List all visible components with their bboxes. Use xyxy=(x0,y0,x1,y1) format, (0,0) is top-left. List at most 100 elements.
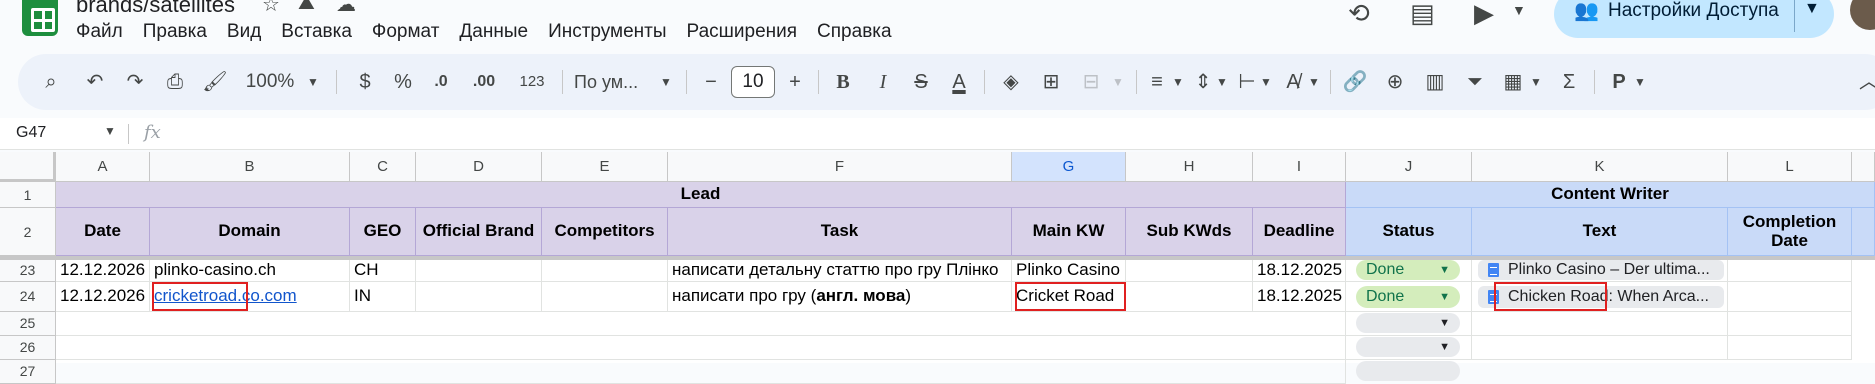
meet-icon[interactable]: ▶ xyxy=(1474,0,1494,29)
row-header-25[interactable]: 25 xyxy=(0,312,56,336)
select-all-corner[interactable] xyxy=(0,152,56,182)
domain-link[interactable]: cricketroad.co.com xyxy=(154,286,297,305)
zoom-select[interactable]: 100% xyxy=(240,54,300,110)
filter-views-chevron-down-icon[interactable]: ▼ xyxy=(1528,54,1544,110)
cell-main-kw[interactable]: Plinko Casino xyxy=(1012,260,1126,282)
header-sub-kwds[interactable]: Sub KWds xyxy=(1126,208,1253,256)
header-official-brand[interactable]: Official Brand xyxy=(416,208,542,256)
doc-smart-chip[interactable]: Chicken Road: When Arca... xyxy=(1478,286,1724,308)
doc-smart-chip[interactable]: Plinko Casino – Der ultima... xyxy=(1478,260,1724,280)
paint-format-icon[interactable]: 🖌 xyxy=(198,54,232,110)
status-chip-empty[interactable]: ▼ xyxy=(1356,313,1460,333)
column-header-l[interactable]: L xyxy=(1728,152,1852,182)
version-history-icon[interactable]: ⟲ xyxy=(1348,0,1370,29)
cell-completion-date[interactable] xyxy=(1728,260,1852,282)
header-extra[interactable] xyxy=(1852,208,1875,256)
functions-icon[interactable]: Σ xyxy=(1552,54,1586,110)
menu-tools[interactable]: Инструменты xyxy=(538,21,676,43)
status-chip-empty[interactable]: ▼ xyxy=(1356,337,1460,357)
cell-date[interactable]: 12.12.2026 xyxy=(56,282,150,312)
row-header-2[interactable]: 2 xyxy=(0,208,56,256)
row-header-26[interactable]: 26 xyxy=(0,336,56,360)
empty-row-cells[interactable] xyxy=(56,312,1346,336)
merge-chevron-down-icon[interactable]: ▼ xyxy=(1108,54,1128,110)
cell-competitors[interactable] xyxy=(542,260,668,282)
document-title[interactable]: brands/satellites xyxy=(76,0,235,18)
fill-color-icon[interactable]: ◈ xyxy=(994,54,1028,110)
move-icon[interactable]: ⛰ xyxy=(298,0,315,15)
header-geo[interactable]: GEO xyxy=(350,208,416,256)
rtl-chevron-down-icon[interactable]: ▼ xyxy=(1632,54,1648,110)
rotation-chevron-down-icon[interactable]: ▼ xyxy=(1306,54,1322,110)
menu-view[interactable]: Вид xyxy=(217,21,271,43)
zoom-chevron-down-icon[interactable]: ▼ xyxy=(303,54,323,110)
cell-sub-kwds[interactable] xyxy=(1126,260,1253,282)
italic-button[interactable]: I xyxy=(866,54,900,110)
merge-cells-icon[interactable]: ⊟ xyxy=(1074,54,1108,110)
text-color-button[interactable]: A xyxy=(942,54,976,110)
column-header-e[interactable]: E xyxy=(542,152,668,182)
text-rotation-icon[interactable]: A̸ xyxy=(1276,54,1310,110)
comments-icon[interactable]: ▤ xyxy=(1410,0,1435,29)
cell-geo[interactable]: IN xyxy=(350,282,416,312)
decrease-font-size-icon[interactable]: − xyxy=(696,54,726,110)
number-format-button[interactable]: 123 xyxy=(510,54,554,110)
cell-text[interactable] xyxy=(1472,312,1728,336)
column-header-i[interactable]: I xyxy=(1253,152,1346,182)
meet-chevron-down-icon[interactable]: ▼ xyxy=(1512,2,1526,18)
cell-main-kw[interactable]: Cricket Road xyxy=(1012,282,1126,312)
increase-decimals-button[interactable]: .00 xyxy=(464,54,504,110)
increase-font-size-icon[interactable]: + xyxy=(780,54,810,110)
currency-format-button[interactable]: $ xyxy=(348,54,382,110)
header-competitors[interactable]: Competitors xyxy=(542,208,668,256)
status-chip-empty[interactable] xyxy=(1356,361,1460,381)
wrap-chevron-down-icon[interactable]: ▼ xyxy=(1258,54,1274,110)
star-icon[interactable]: ☆ xyxy=(262,0,280,17)
cell-text[interactable] xyxy=(1472,336,1728,360)
column-header-d[interactable]: D xyxy=(416,152,542,182)
column-header-f[interactable]: F xyxy=(668,152,1012,182)
header-text[interactable]: Text xyxy=(1472,208,1728,256)
decrease-decimals-button[interactable]: .0 xyxy=(424,54,458,110)
collapse-toolbar-icon[interactable]: ︿ xyxy=(1854,54,1875,110)
row-header-24[interactable]: 24 xyxy=(0,282,56,312)
header-deadline[interactable]: Deadline xyxy=(1253,208,1346,256)
cell-deadline[interactable]: 18.12.2025 xyxy=(1253,282,1346,312)
menu-help[interactable]: Справка xyxy=(807,21,902,43)
filter-icon[interactable]: ⏷ xyxy=(1458,54,1492,110)
header-status[interactable]: Status xyxy=(1346,208,1472,256)
status-chip[interactable]: Done ▼ xyxy=(1356,260,1460,280)
column-header-j[interactable]: J xyxy=(1346,152,1472,182)
column-header-m[interactable] xyxy=(1852,152,1875,182)
cloud-status-icon[interactable]: ☁ xyxy=(336,0,356,17)
print-icon[interactable]: ⎙ xyxy=(158,54,192,110)
column-header-h[interactable]: H xyxy=(1126,152,1253,182)
column-header-b[interactable]: B xyxy=(150,152,350,182)
cell-completion-date[interactable] xyxy=(1728,282,1852,312)
cell-domain[interactable]: plinko-casino.ch xyxy=(150,260,350,282)
insert-comment-icon[interactable]: ⊕ xyxy=(1378,54,1412,110)
filter-views-icon[interactable]: ▦ xyxy=(1496,54,1530,110)
cell-geo[interactable]: CH xyxy=(350,260,416,282)
row-header-23[interactable]: 23 xyxy=(0,260,56,282)
strikethrough-button[interactable]: S xyxy=(904,54,938,110)
cell-sub-kwds[interactable] xyxy=(1126,282,1253,312)
header-main-kw[interactable]: Main KW xyxy=(1012,208,1126,256)
row-header-1[interactable]: 1 xyxy=(0,182,56,208)
font-chevron-down-icon[interactable]: ▼ xyxy=(656,54,676,110)
header-domain[interactable]: Domain xyxy=(150,208,350,256)
cell-task[interactable]: написати про гру (англ. мова) xyxy=(668,282,1012,312)
menu-file[interactable]: Файл xyxy=(76,21,133,43)
cell-completion-date[interactable] xyxy=(1728,336,1852,360)
rtl-input-button[interactable]: P xyxy=(1602,54,1636,110)
empty-row-cells[interactable] xyxy=(56,336,1346,360)
row-header-27[interactable]: 27 xyxy=(0,360,56,384)
sheets-logo-icon[interactable] xyxy=(22,0,58,36)
horizontal-align-icon[interactable]: ≡ xyxy=(1140,54,1174,110)
header-date[interactable]: Date xyxy=(56,208,150,256)
column-header-k[interactable]: K xyxy=(1472,152,1728,182)
borders-icon[interactable]: ⊞ xyxy=(1034,54,1068,110)
name-box[interactable]: G47 xyxy=(16,124,46,142)
group-header-content-writer[interactable]: Content Writer xyxy=(1346,182,1875,208)
status-chip[interactable]: Done ▼ xyxy=(1356,286,1460,308)
